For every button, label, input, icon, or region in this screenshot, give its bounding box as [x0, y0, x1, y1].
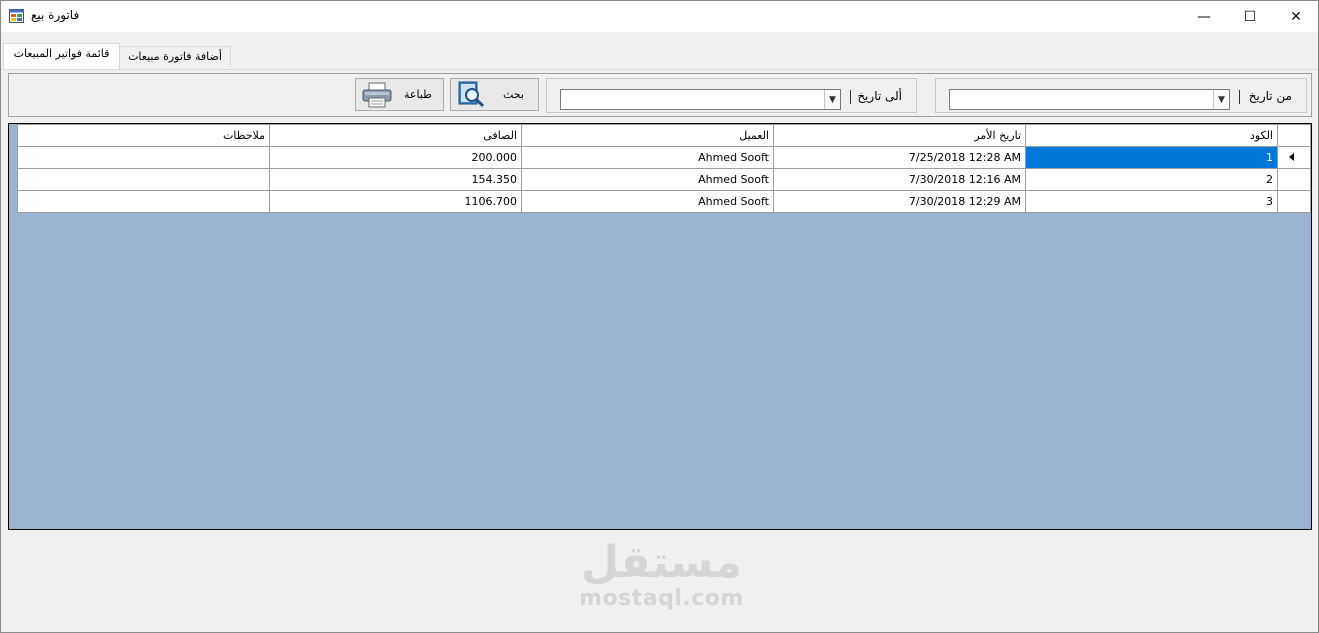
- column-header-code[interactable]: الكود: [1025, 124, 1278, 147]
- title-bar: فاتورة بيع — ☐ ✕: [1, 1, 1318, 32]
- row-header[interactable]: [1277, 146, 1311, 169]
- cell-code[interactable]: 2: [1025, 168, 1278, 191]
- table-row[interactable]: 2 7/30/2018 12:16 AM Ahmed Sooft 154.350: [17, 168, 1311, 191]
- invoices-table: الكود تاريخ الأمر العميل الصافى ملاحظات …: [17, 124, 1311, 213]
- row-header[interactable]: [1277, 190, 1311, 213]
- current-row-icon: [1289, 153, 1294, 161]
- watermark: مستقل mostaql.com: [579, 539, 744, 611]
- close-button[interactable]: ✕: [1273, 1, 1319, 32]
- to-date-picker[interactable]: ▼: [560, 89, 841, 110]
- cell-customer[interactable]: Ahmed Sooft: [521, 190, 774, 213]
- customer-value: Ahmed Sooft: [698, 173, 769, 186]
- column-header-notes[interactable]: ملاحظات: [17, 124, 270, 147]
- tab-label: أضافة فاتورة مبيعات: [128, 50, 222, 63]
- minimize-button[interactable]: —: [1181, 1, 1227, 32]
- corner-header[interactable]: [1277, 124, 1311, 147]
- column-header-date[interactable]: تاريخ الأمر: [773, 124, 1026, 147]
- close-icon: ✕: [1290, 8, 1302, 25]
- cell-notes[interactable]: [17, 146, 270, 169]
- filter-panel: من تاريخ ▼ ألى تاريخ ▼ بحث طباعة: [8, 73, 1312, 117]
- cell-net[interactable]: 1106.700: [269, 190, 522, 213]
- window-title: فاتورة بيع: [31, 8, 80, 22]
- watermark-latin: mostaql.com: [579, 586, 744, 611]
- row-header[interactable]: [1277, 168, 1311, 191]
- date-value: 7/30/2018 12:29 AM: [908, 195, 1021, 208]
- cell-notes[interactable]: [17, 190, 270, 213]
- tab-add-sales-invoice[interactable]: أضافة فاتورة مبيعات: [119, 46, 231, 67]
- search-button[interactable]: بحث: [450, 78, 539, 111]
- chevron-down-icon[interactable]: ▼: [1213, 90, 1229, 109]
- from-date-group: من تاريخ ▼: [935, 78, 1307, 113]
- header-row: الكود تاريخ الأمر العميل الصافى ملاحظات: [17, 124, 1311, 147]
- cell-date[interactable]: 7/25/2018 12:28 AM: [773, 146, 1026, 169]
- cell-notes[interactable]: [17, 168, 270, 191]
- app-icon: [9, 9, 24, 23]
- column-header-customer[interactable]: العميل: [521, 124, 774, 147]
- app-window: فاتورة بيع — ☐ ✕ قائمة فواتير المبيعات أ…: [0, 0, 1319, 633]
- maximize-icon: ☐: [1243, 8, 1257, 25]
- maximize-button[interactable]: ☐: [1227, 1, 1273, 32]
- date-value: 7/25/2018 12:28 AM: [908, 151, 1021, 164]
- watermark-arabic: مستقل: [581, 537, 742, 588]
- minimize-icon: —: [1197, 8, 1211, 25]
- tab-strip: قائمة فواتير المبيعات أضافة فاتورة مبيعا…: [1, 42, 1318, 70]
- cell-code[interactable]: 1: [1025, 146, 1278, 169]
- cell-customer[interactable]: Ahmed Sooft: [521, 168, 774, 191]
- cell-net[interactable]: 200.000: [269, 146, 522, 169]
- to-date-label: ألى تاريخ: [857, 89, 902, 103]
- chevron-down-icon[interactable]: ▼: [824, 90, 840, 109]
- table-row[interactable]: 1 7/25/2018 12:28 AM Ahmed Sooft 200.000: [17, 146, 1311, 169]
- cell-net[interactable]: 154.350: [269, 168, 522, 191]
- customer-value: Ahmed Sooft: [698, 195, 769, 208]
- invoices-grid[interactable]: الكود تاريخ الأمر العميل الصافى ملاحظات …: [8, 123, 1312, 530]
- search-button-label: بحث: [503, 88, 524, 101]
- from-date-label: من تاريخ: [1248, 89, 1292, 103]
- search-icon: [458, 81, 485, 108]
- printer-icon: [362, 82, 392, 108]
- separator: [1239, 90, 1240, 104]
- print-button-label: طباعة: [404, 88, 432, 101]
- date-value: 7/30/2018 12:16 AM: [908, 173, 1021, 186]
- to-date-group: ألى تاريخ ▼: [546, 78, 917, 113]
- cell-date[interactable]: 7/30/2018 12:29 AM: [773, 190, 1026, 213]
- cell-code[interactable]: 3: [1025, 190, 1278, 213]
- cell-customer[interactable]: Ahmed Sooft: [521, 146, 774, 169]
- table-row[interactable]: 3 7/30/2018 12:29 AM Ahmed Sooft 1106.70…: [17, 190, 1311, 213]
- tab-sales-invoices-list[interactable]: قائمة فواتير المبيعات: [3, 43, 120, 69]
- print-button[interactable]: طباعة: [355, 78, 444, 111]
- customer-value: Ahmed Sooft: [698, 151, 769, 164]
- tab-label: قائمة فواتير المبيعات: [13, 47, 110, 60]
- from-date-picker[interactable]: ▼: [949, 89, 1230, 110]
- cell-date[interactable]: 7/30/2018 12:16 AM: [773, 168, 1026, 191]
- column-header-net[interactable]: الصافى: [269, 124, 522, 147]
- separator: [850, 90, 851, 104]
